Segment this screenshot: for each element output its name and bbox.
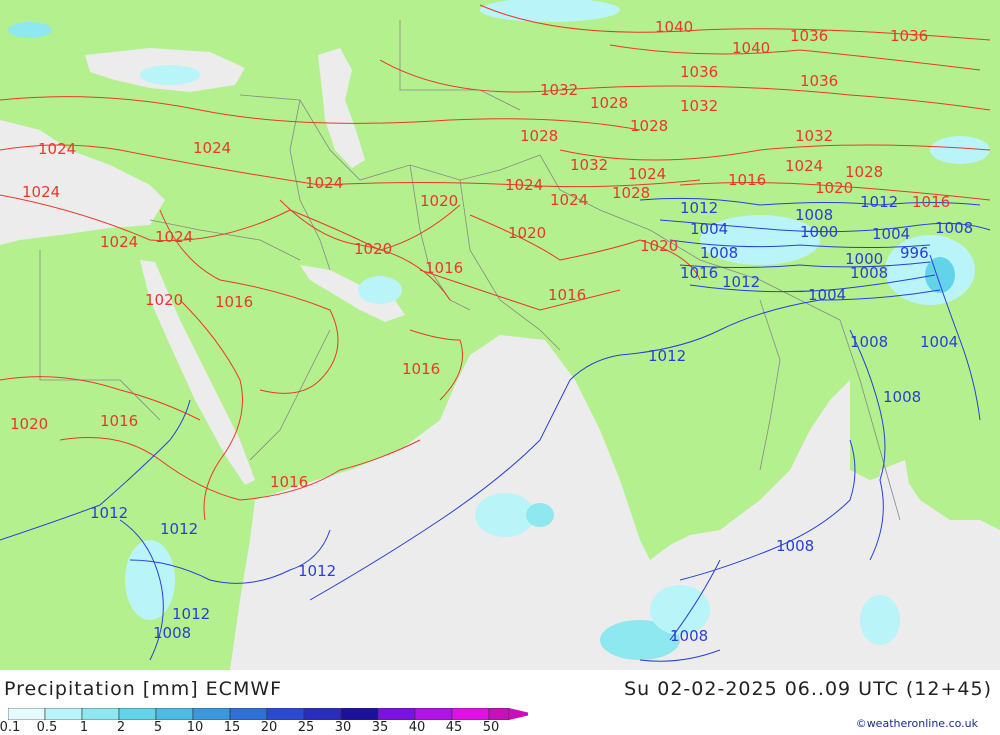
isobar-label-high: 1020: [508, 224, 546, 242]
isobar-label-low: 1008: [883, 388, 921, 406]
isobar-label-high: 1028: [612, 184, 650, 202]
scale-swatch: [8, 708, 46, 720]
isobar-label-high: 1024: [38, 140, 76, 158]
isobar-label-high: 1028: [630, 117, 668, 135]
scale-swatch: [266, 708, 305, 720]
scale-swatch: [488, 708, 510, 720]
isobar-label-high: 1016: [425, 259, 463, 277]
isobar-label-high: 1020: [10, 415, 48, 433]
isobar-label-high: 1024: [155, 228, 193, 246]
isobar-label-low: 1004: [920, 333, 958, 351]
isobar-label-high: 1040: [732, 39, 770, 57]
isobar-label-high: 1024: [305, 174, 343, 192]
isobar-label-high: 1036: [790, 27, 828, 45]
scale-swatch: [451, 708, 490, 720]
isobar-label-high: 1036: [680, 63, 718, 81]
isobar-label-high: 1028: [520, 127, 558, 145]
precipitation-map: 1040 1040 1036 1036 1036 1036 1032 1028 …: [0, 0, 1000, 670]
isobar-label-low: 1012: [90, 504, 128, 522]
isobar-label-high: 1020: [640, 237, 678, 255]
isobar-label-high: 1024: [100, 233, 138, 251]
isobar-label-low: 1012: [160, 520, 198, 538]
scale-swatch: [303, 708, 342, 720]
isobar-label-low: 1000: [800, 223, 838, 241]
map-title: Precipitation [mm] ECMWF: [4, 678, 283, 700]
isobar-label-high: 1016: [100, 412, 138, 430]
isobar-label-high: 1016: [912, 193, 950, 211]
isobar-label-high: 1024: [22, 183, 60, 201]
isobar-label-low: 1012: [680, 199, 718, 217]
isobar-label-high: 1024: [550, 191, 588, 209]
isobar-label-high: 1032: [795, 127, 833, 145]
isobar-label-high: 1028: [590, 94, 628, 112]
isobar-label-high: 1036: [800, 72, 838, 90]
site-credit: ©weatheronline.co.uk: [855, 717, 978, 730]
scale-swatch: [44, 708, 83, 720]
isobar-label-high: 1020: [354, 240, 392, 258]
isobar-label-low: 1012: [648, 347, 686, 365]
isobar-label-high: 1040: [655, 18, 693, 36]
isobar-label-high: 1020: [815, 179, 853, 197]
scale-swatch: [377, 708, 416, 720]
isobar-label-high: 1032: [680, 97, 718, 115]
precipitation-color-scale: [8, 708, 528, 720]
weather-map-page: 1040 1040 1036 1036 1036 1036 1032 1028 …: [0, 0, 1000, 735]
forecast-datetime: Su 02-02-2025 06..09 UTC (12+45): [624, 678, 992, 700]
isobar-label-high: 1016: [402, 360, 440, 378]
isobar-label-high: 1032: [570, 156, 608, 174]
footer-bar: Precipitation [mm] ECMWF Su 02-02-2025 0…: [0, 670, 1000, 735]
scale-swatch: [192, 708, 231, 720]
isobar-label-high: 1024: [628, 165, 666, 183]
isobar-label-low: 1012: [172, 605, 210, 623]
isobar-label-high: 1032: [540, 81, 578, 99]
scale-swatch: [81, 708, 120, 720]
isobar-label-low: 1008: [935, 219, 973, 237]
isobar-label-low: 1012: [860, 193, 898, 211]
isobar-label-low: 1008: [850, 264, 888, 282]
isobar-label-low: 1012: [722, 273, 760, 291]
isobar-label-low: 1008: [153, 624, 191, 642]
scale-arrow: [509, 708, 528, 720]
isobar-label-low: 1012: [298, 562, 336, 580]
isobar-label-high: 1016: [728, 171, 766, 189]
isobar-label-high: 1016: [548, 286, 586, 304]
scale-swatch: [340, 708, 379, 720]
scale-swatch: [414, 708, 453, 720]
isobar-label-high: 1024: [193, 139, 231, 157]
isobar-label-low: 1008: [670, 627, 708, 645]
scale-swatch: [118, 708, 157, 720]
isobar-label-high: 1016: [270, 473, 308, 491]
isobar-label-high: 1024: [505, 176, 543, 194]
isobar-label-high: 1016: [215, 293, 253, 311]
isobar-label-high: 1024: [785, 157, 823, 175]
isobar-label-low: 1004: [690, 220, 728, 238]
isobar-label-low: 1004: [872, 225, 910, 243]
isobar-label-low: 1008: [776, 537, 814, 555]
isobar-label-low: 1008: [850, 333, 888, 351]
isobar-label-high: 1036: [890, 27, 928, 45]
isobar-label-high: 1020: [420, 192, 458, 210]
isobar-label-low: 1004: [808, 286, 846, 304]
isobar-label-low: 996: [900, 244, 929, 262]
scale-swatch: [155, 708, 194, 720]
isobar-label-low: 1016: [680, 264, 718, 282]
scale-swatch: [229, 708, 268, 720]
isobar-label-low: 1008: [795, 206, 833, 224]
isobar-label-low: 1008: [700, 244, 738, 262]
isobar-label-high: 1020: [145, 291, 183, 309]
